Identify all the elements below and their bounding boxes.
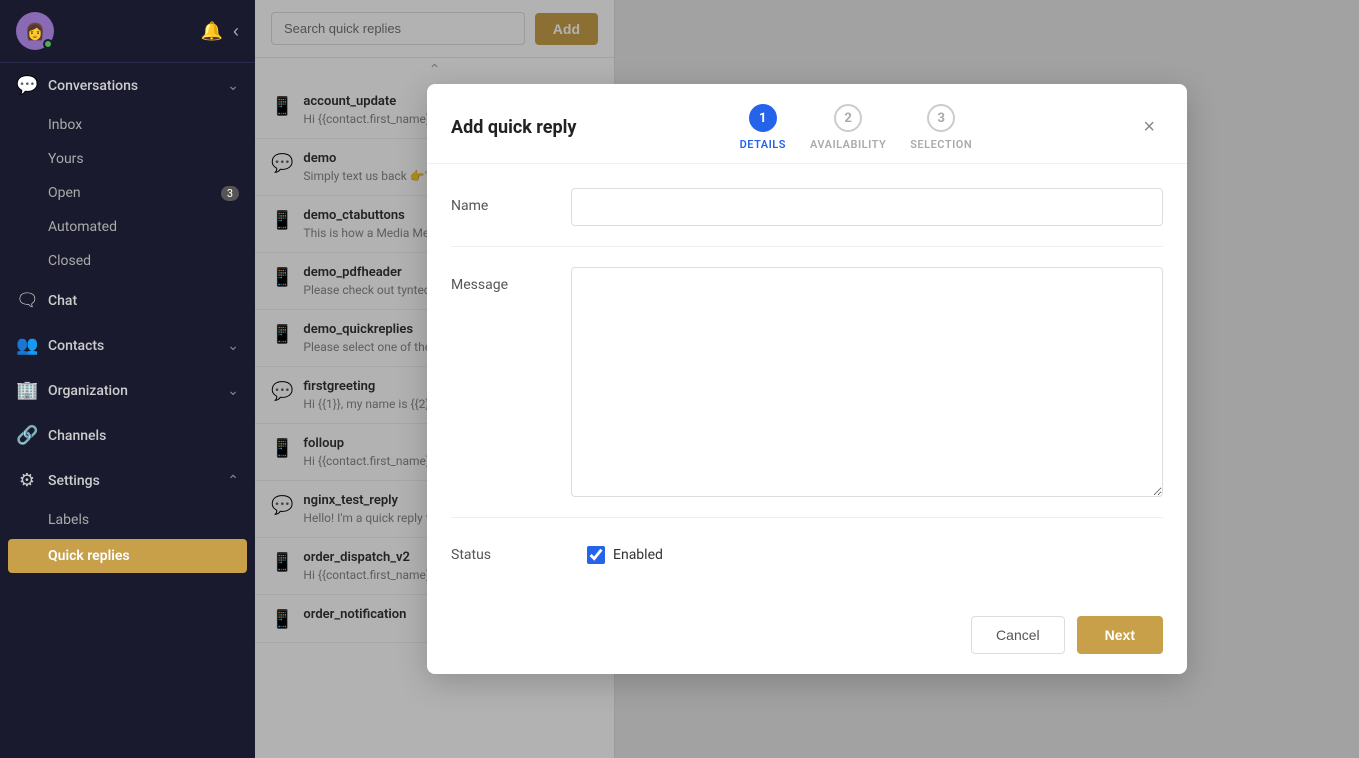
chevron-down-icon: ⌄ [227, 338, 239, 354]
name-field-row: Name [451, 188, 1163, 247]
enabled-checkbox-group: Enabled [587, 546, 663, 564]
channels-icon: 🔗 [16, 425, 38, 446]
settings-icon: ⚙ [16, 470, 38, 491]
sidebar: 👩 🔔 ‹ 💬 Conversations ⌄ Inbox Yours Open [0, 0, 255, 758]
header-icons: 🔔 ‹ [201, 21, 239, 42]
sidebar-item-organization[interactable]: 🏢 Organization ⌄ [0, 368, 255, 413]
quick-replies-label: Quick replies [48, 548, 130, 564]
sidebar-item-labels[interactable]: Labels [0, 503, 255, 537]
step-1: 1 DETAILS [740, 104, 786, 151]
sidebar-item-inbox[interactable]: Inbox [0, 108, 255, 142]
modal-title: Add quick reply [451, 117, 576, 138]
sidebar-item-label: Organization [48, 383, 128, 399]
name-label: Name [451, 188, 571, 214]
chevron-down-icon: ⌄ [227, 383, 239, 399]
labels-label: Labels [48, 512, 89, 528]
sidebar-item-quick-replies[interactable]: Quick replies [8, 539, 247, 573]
sidebar-item-contacts[interactable]: 👥 Contacts ⌄ [0, 323, 255, 368]
open-badge: 3 [221, 186, 239, 201]
name-input[interactable] [571, 188, 1163, 226]
modal-overlay: Add quick reply 1 DETAILS 2 AVAILABILITY [255, 0, 1359, 758]
sidebar-item-label: Contacts [48, 338, 104, 354]
chat-icon: 🗨 [16, 290, 38, 311]
automated-label: Automated [48, 219, 117, 235]
step-1-label: DETAILS [740, 138, 786, 151]
step-3-circle: 3 [927, 104, 955, 132]
yours-label: Yours [48, 151, 84, 167]
online-indicator [43, 39, 53, 49]
sidebar-header: 👩 🔔 ‹ [0, 0, 255, 63]
step-3-label: SELECTION [910, 138, 972, 151]
sidebar-item-label: Settings [48, 473, 100, 489]
chevron-up-icon: ⌃ [227, 473, 239, 489]
sidebar-item-label: Conversations [48, 78, 138, 94]
main-content: Add ⌃ 📱 account_update Hi {{contact.firs… [255, 0, 1359, 758]
settings-subnav: Labels Quick replies [0, 503, 255, 575]
add-quick-reply-modal: Add quick reply 1 DETAILS 2 AVAILABILITY [427, 84, 1187, 674]
sidebar-item-automated[interactable]: Automated [0, 210, 255, 244]
step-1-circle: 1 [749, 104, 777, 132]
enabled-label: Enabled [613, 547, 663, 563]
collapse-icon[interactable]: ‹ [233, 21, 239, 42]
chevron-down-icon: ⌄ [227, 78, 239, 94]
conversations-icon: 💬 [16, 75, 38, 96]
step-2-circle: 2 [834, 104, 862, 132]
inbox-label: Inbox [48, 117, 82, 133]
status-label: Status [451, 547, 571, 563]
cancel-button[interactable]: Cancel [971, 616, 1065, 654]
step-2: 2 AVAILABILITY [810, 104, 886, 151]
modal-body: Name Message Status Enabled [427, 164, 1187, 604]
avatar[interactable]: 👩 [16, 12, 54, 50]
status-row: Status Enabled [451, 538, 1163, 580]
open-label: Open [48, 185, 81, 201]
sidebar-item-channels[interactable]: 🔗 Channels [0, 413, 255, 458]
avatar-emoji: 👩 [25, 22, 45, 41]
modal-footer: Cancel Next [427, 604, 1187, 674]
step-2-label: AVAILABILITY [810, 138, 886, 151]
nav-section-settings: ⚙ Settings ⌃ Labels Quick replies [0, 458, 255, 575]
modal-steps: 1 DETAILS 2 AVAILABILITY 3 [740, 104, 973, 151]
status-checkbox[interactable] [587, 546, 605, 564]
sidebar-item-settings[interactable]: ⚙ Settings ⌃ [0, 458, 255, 503]
step-3: 3 SELECTION [910, 104, 972, 151]
next-button[interactable]: Next [1077, 616, 1163, 654]
sidebar-item-closed[interactable]: Closed [0, 244, 255, 278]
sidebar-item-label: Chat [48, 293, 77, 309]
message-field-row: Message [451, 267, 1163, 518]
sidebar-item-yours[interactable]: Yours [0, 142, 255, 176]
closed-label: Closed [48, 253, 91, 269]
nav-section-conversations: 💬 Conversations ⌄ Inbox Yours Open 3 Aut… [0, 63, 255, 278]
sidebar-item-conversations[interactable]: 💬 Conversations ⌄ [0, 63, 255, 108]
close-icon[interactable]: × [1135, 112, 1163, 143]
sidebar-item-chat[interactable]: 🗨 Chat [0, 278, 255, 323]
modal-header: Add quick reply 1 DETAILS 2 AVAILABILITY [427, 84, 1187, 164]
sidebar-item-label: Channels [48, 428, 106, 444]
message-textarea[interactable] [571, 267, 1163, 497]
conversations-subnav: Inbox Yours Open 3 Automated Closed [0, 108, 255, 278]
notifications-icon[interactable]: 🔔 [201, 21, 223, 42]
sidebar-item-open[interactable]: Open 3 [0, 176, 255, 210]
message-label: Message [451, 267, 571, 293]
contacts-icon: 👥 [16, 335, 38, 356]
organization-icon: 🏢 [16, 380, 38, 401]
